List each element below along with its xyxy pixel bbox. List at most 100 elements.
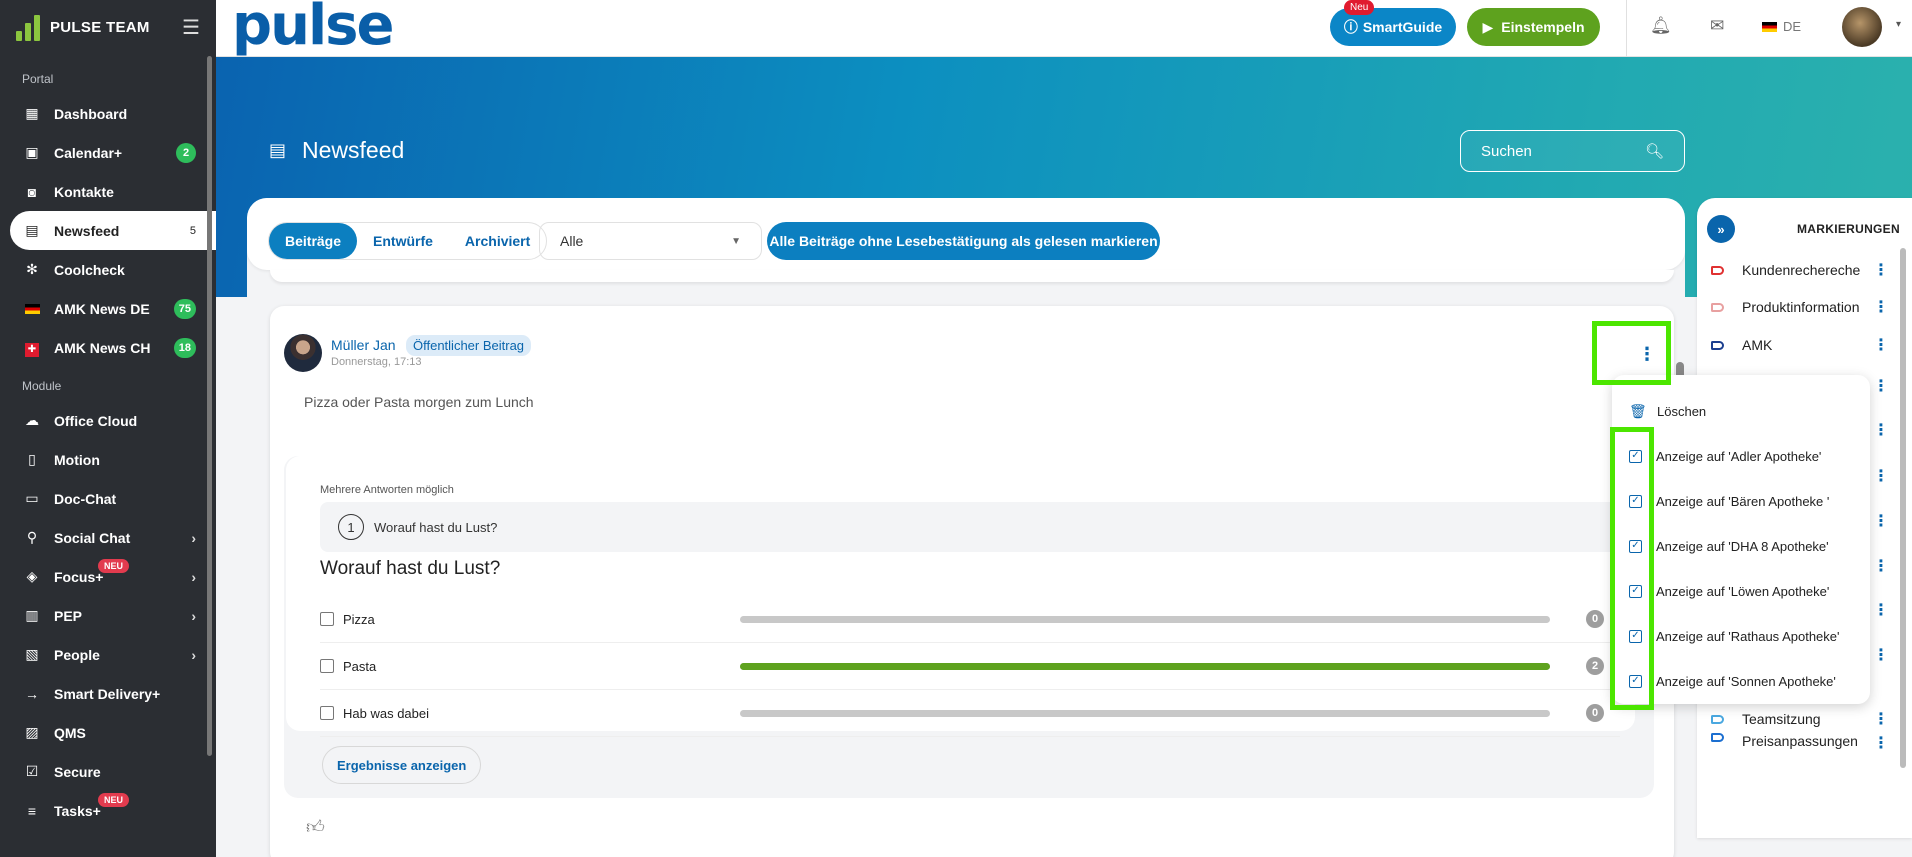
marking-options-icon[interactable]: ⋮ — [1873, 600, 1889, 620]
poll-result-fill — [740, 662, 1550, 670]
author-avatar[interactable] — [284, 334, 322, 372]
marking-label: Produktinformation — [1742, 299, 1860, 315]
arrow-right-icon: → — [25, 685, 39, 702]
post-tabs: Beiträge Entwürfe Archiviert — [268, 222, 548, 260]
sidebar-item-focus[interactable]: ◈ Focus+ › NEU — [0, 557, 216, 596]
sidebar-item-pep[interactable]: ▥ PEP › — [0, 596, 216, 635]
post-author[interactable]: Müller Jan — [331, 337, 396, 353]
tag-icon — [1711, 714, 1724, 724]
markings-title: MARKIERUNGEN — [1797, 222, 1900, 236]
marking-item[interactable]: Produktinformation ⋮ — [1697, 292, 1912, 322]
show-results-button[interactable]: Ergebnisse anzeigen — [322, 746, 482, 784]
marking-options-icon[interactable]: ⋮ — [1873, 511, 1889, 531]
marking-options-icon[interactable]: ⋮ — [1873, 420, 1889, 440]
marking-options-icon[interactable]: ⋮ — [1873, 733, 1889, 753]
portal-nav: ▦ Dashboard ▣ Calendar+ 2 ◙ Kontakte ▤ Newsfeed 5… — [0, 94, 216, 367]
sidebar-item-people[interactable]: ▧ People › — [0, 635, 216, 674]
marking-item[interactable]: Preisanpassungen ⋮ — [1697, 733, 1912, 763]
sidebar-item-calendar[interactable]: ▣ Calendar+ 2 — [0, 133, 216, 172]
mark-all-read-button[interactable]: Alle Beiträge ohne Lesebestätigung als g… — [767, 222, 1160, 260]
sidebar-item-amk-news-ch[interactable]: ✚ AMK News CH 18 — [0, 328, 216, 367]
user-avatar[interactable] — [1842, 7, 1882, 47]
sidebar-item-label: AMK News DE — [54, 300, 150, 317]
marking-options-icon[interactable]: ⋮ — [1873, 297, 1889, 317]
poll-option-label: Hab was dabei — [343, 705, 429, 721]
dashboard-icon: ▦ — [25, 105, 39, 121]
menu-toggle-icon[interactable]: ☰ — [182, 15, 200, 40]
poll-vote-count: 0 — [1586, 704, 1604, 722]
filter-select-value: Alle — [560, 233, 584, 249]
marking-item[interactable]: Teamsitzung ⋮ — [1697, 704, 1912, 734]
language-selector[interactable]: DE — [1762, 19, 1801, 34]
poll-hint: Mehrere Antworten möglich — [320, 484, 454, 496]
chevron-right-icon: › — [191, 568, 196, 585]
new-badge: NEU — [98, 793, 130, 807]
menu-item-display-label: Anzeige auf 'Sonnen Apotheke' — [1656, 674, 1836, 689]
chevron-down-icon[interactable]: ▾ — [1896, 19, 1901, 30]
sidebar-scrollbar[interactable] — [207, 56, 212, 756]
search-input[interactable]: Suchen 🔍︎ — [1460, 130, 1685, 172]
marking-options-icon[interactable]: ⋮ — [1873, 335, 1889, 355]
marking-options-icon[interactable]: ⋮ — [1873, 260, 1889, 280]
sidebar-item-newsfeed[interactable]: ▤ Newsfeed 5 — [10, 211, 216, 250]
pulse-logo[interactable]: pulse — [232, 0, 394, 54]
document-icon: ▥ — [25, 607, 39, 623]
sidebar-item-dashboard[interactable]: ▦ Dashboard — [0, 94, 216, 133]
newsfeed-icon: ▤ — [25, 222, 39, 238]
double-chevron-right-icon[interactable]: » — [1707, 215, 1735, 243]
sidebar-item-label: Calendar+ — [54, 144, 123, 161]
poll-result-bar — [740, 662, 1550, 670]
marking-options-icon[interactable]: ⋮ — [1873, 556, 1889, 576]
tab-2[interactable]: Archiviert — [449, 223, 546, 259]
marking-item[interactable]: Kundenrechereche ⋮ — [1697, 255, 1912, 285]
poll-option[interactable]: Pasta 2 — [320, 643, 1620, 690]
poll-option[interactable]: Hab was dabei 0 — [320, 690, 1620, 737]
menu-item-display-label: Anzeige auf 'Bären Apotheke ' — [1656, 494, 1830, 509]
markings-scrollbar[interactable] — [1900, 248, 1906, 768]
tab-0[interactable]: Beiträge — [269, 223, 358, 259]
chevron-right-icon: › — [191, 607, 196, 624]
sidebar-item-label: People — [54, 646, 100, 663]
poll-option-checkbox[interactable] — [320, 659, 334, 673]
page-title-text: Newsfeed — [302, 137, 405, 163]
thumbs-up-icon[interactable]: 👍︎ — [306, 816, 325, 838]
highlight-checkboxes — [1610, 427, 1654, 710]
marking-options-icon[interactable]: ⋮ — [1873, 645, 1889, 665]
post-date: Donnerstag, 17:13 — [331, 356, 422, 368]
pulse-team-logo-icon — [16, 13, 40, 41]
marking-options-icon[interactable]: ⋮ — [1873, 709, 1889, 729]
sidebar-item-kontakte[interactable]: ◙ Kontakte — [0, 172, 216, 211]
tab-1[interactable]: Entwürfe — [357, 223, 449, 259]
sidebar-item-tasks[interactable]: ≡ Tasks+ NEU — [0, 791, 216, 830]
poll-option-checkbox[interactable] — [320, 612, 334, 626]
sidebar-item-qms[interactable]: ▨ QMS — [0, 713, 216, 752]
sidebar-item-coolcheck[interactable]: ✻ Coolcheck — [0, 250, 216, 289]
sidebar-item-label: Smart Delivery+ — [54, 685, 161, 702]
poll-option-checkbox[interactable] — [320, 706, 334, 720]
search-icon: 🔍︎ — [1644, 143, 1664, 160]
graduation-icon: ◈ — [26, 568, 38, 584]
sidebar-item-secure[interactable]: ☑ Secure — [0, 752, 216, 791]
poll-option[interactable]: Pizza 0 — [320, 596, 1620, 643]
marking-options-icon[interactable]: ⋮ — [1873, 466, 1889, 486]
marking-options-icon[interactable]: ⋮ — [1873, 376, 1889, 396]
sidebar-item-office-cloud[interactable]: ☁ Office Cloud — [0, 401, 216, 440]
topbar: pulse ⓘ SmartGuide Neu ▶ Einstempeln 🔔︎ … — [216, 0, 1912, 57]
sidebar-item-smart-delivery[interactable]: → Smart Delivery+ — [0, 674, 216, 713]
mail-icon[interactable]: ✉ — [1710, 16, 1724, 36]
clock-in-label: Einstempeln — [1501, 19, 1585, 35]
sidebar-item-doc-chat[interactable]: ▭ Doc-Chat — [0, 479, 216, 518]
filter-select[interactable]: Alle ▼ — [539, 222, 762, 260]
flag-de-icon — [24, 301, 40, 317]
sidebar-item-label: Secure — [54, 763, 101, 780]
sidebar-item-motion[interactable]: ▯ Motion — [0, 440, 216, 479]
sidebar-item-label: Coolcheck — [54, 261, 125, 278]
sidebar-item-amk-news-de[interactable]: AMK News DE 75 — [0, 289, 216, 328]
new-badge: NEU — [98, 559, 130, 573]
bell-icon[interactable]: 🔔︎ — [1650, 16, 1672, 36]
marking-item[interactable]: AMK ⋮ — [1697, 330, 1912, 360]
chevron-down-icon: ▼ — [731, 235, 741, 247]
clock-in-button[interactable]: ▶ Einstempeln — [1467, 8, 1600, 46]
flag-ch-icon: ✚ — [24, 339, 40, 357]
sidebar-item-social-chat[interactable]: ⚲ Social Chat › — [0, 518, 216, 557]
